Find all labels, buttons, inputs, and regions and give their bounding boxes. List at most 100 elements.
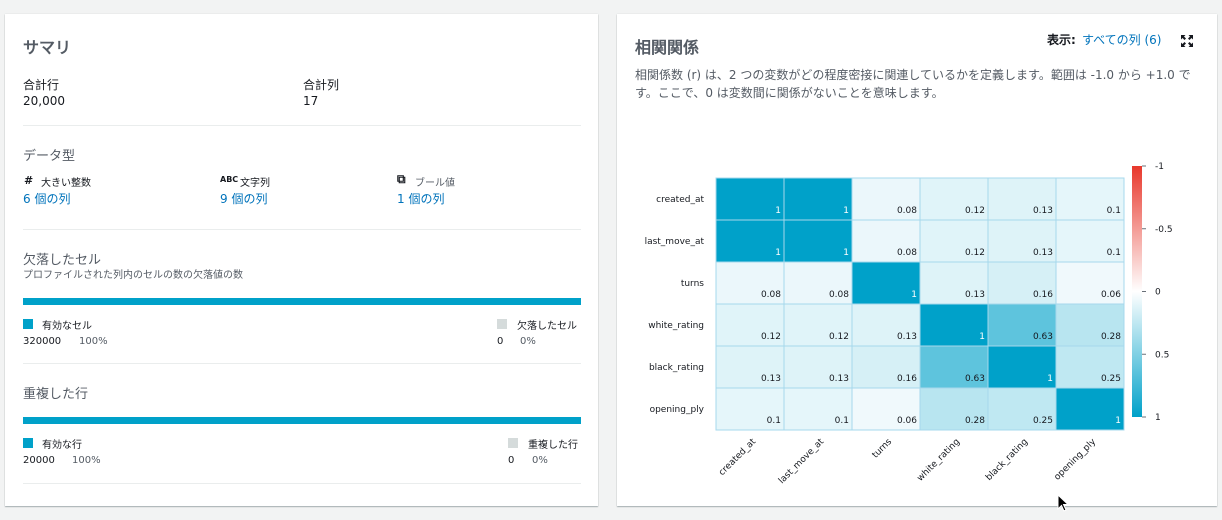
colorbar [1132,166,1142,417]
heatmap-cell-value: 0.06 [1101,290,1121,300]
valid-rows-pct: 100% [72,455,101,466]
heatmap-cell-value: 0.08 [829,290,849,300]
total-rows-value: 20,000 [23,94,65,108]
heatmap-cell-value: 0.08 [897,206,917,216]
display-label: 表示: [1047,33,1076,47]
heatmap-cell-value: 0.13 [829,374,849,384]
heatmap-cell[interactable] [851,261,921,305]
valid-cells-count: 320000 [23,336,62,347]
boolean-icon: ⧉ [397,172,406,186]
dtype-link-string[interactable]: 9 個の列 [220,190,267,207]
row-label: opening_ply [650,405,705,415]
dtype-label-bigint: 大きい整数 [41,178,91,189]
valid-rows-label: 有効な行 [42,440,82,451]
heatmap-cell-value: 0.63 [965,374,985,384]
divider [23,125,581,126]
heatmap-cell-value: 0.12 [761,332,781,342]
heatmap-cell-value: 0.28 [965,416,985,426]
summary-panel: サマリ 合計行 20,000 合計列 17 データ型 # 大きい整数 6 個の列… [5,14,598,506]
abc-icon: ABC [220,175,239,184]
heatmap-cell-value: 1 [775,248,781,258]
heatmap-cell[interactable] [715,219,785,263]
missing-cells-swatch [497,319,507,329]
total-cols-value: 17 [303,94,319,108]
heatmap-cell-value: 0.25 [1101,374,1121,384]
correlation-title: 相関関係 [635,38,700,57]
row-label: white_rating [648,321,704,331]
heatmap-cell-value: 0.1 [835,416,849,426]
heatmap-cell[interactable] [783,219,853,263]
correlation-panel: 相関関係 表示: すべての列 (6) 相関係数 (r) は、2 つの変数がどの程… [617,14,1217,506]
column-label: black_rating [984,437,1030,483]
missing-cells-pct: 0% [520,336,536,347]
valid-rows-swatch [23,438,33,448]
heatmap-cell-value: 0.13 [761,374,781,384]
dup-heading: 重複した行 [23,387,89,402]
heatmap-cell-value: 0.12 [965,206,985,216]
heatmap-cell-value: 0.1 [767,416,781,426]
heatmap-cell-value: 0.1 [1107,248,1121,258]
heatmap-cell-value: 0.13 [1033,248,1053,258]
heatmap-cell-value: 0.16 [897,374,917,384]
heatmap-cell[interactable] [715,177,785,221]
column-label: last_move_at [777,437,826,484]
heatmap-cell-value: 0.28 [1101,332,1121,342]
column-label: opening_ply [1053,437,1099,483]
row-label: created_at [656,195,704,205]
heatmap-cell-value: 1 [843,206,849,216]
heatmap-cell-value: 1 [775,206,781,216]
display-columns-select[interactable]: すべての列 (6) [1082,31,1162,48]
missing-cells-bar [23,298,581,305]
heatmap-cell-value: 0.12 [829,332,849,342]
heatmap-cell-value: 1 [1115,416,1121,426]
colorbar-tick-label: 0 [1155,288,1161,298]
heatmap-cell-value: 0.08 [897,248,917,258]
heatmap-cell-value: 0.1 [1107,206,1121,216]
duplicate-rows-label: 重複した行 [528,440,578,451]
divider [23,229,581,230]
duplicate-rows-count: 0 [508,455,515,466]
heatmap-cell-value: 1 [1047,374,1053,384]
valid-cells-label: 有効なセル [42,321,92,332]
dtype-link-bigint[interactable]: 6 個の列 [23,190,70,207]
colorbar-tick-label: -1 [1155,162,1164,172]
dtype-link-boolean[interactable]: 1 個の列 [397,190,444,207]
total-rows-label: 合計行 [23,78,60,92]
dtype-heading: データ型 [23,149,76,164]
heatmap-cell-value: 0.06 [897,416,917,426]
row-label: turns [681,279,704,289]
heatmap-cell[interactable] [783,177,853,221]
dtype-label-boolean: ブール値 [415,178,455,189]
mouse-cursor-icon [1057,494,1069,512]
heatmap-cell-value: 1 [911,290,917,300]
heatmap-cell-value: 0.63 [1033,332,1053,342]
dtype-label-string: 文字列 [240,178,270,189]
heatmap-cell[interactable] [1055,387,1125,431]
heatmap-cell[interactable] [987,345,1057,389]
total-cols-label: 合計列 [303,78,340,92]
heatmap-cell-value: 0.13 [1033,206,1053,216]
missing-cells-count: 0 [497,336,504,347]
heatmap-cell-value: 1 [979,332,985,342]
summary-title: サマリ [23,38,72,57]
hash-icon: # [24,174,34,187]
expand-icon[interactable] [1181,32,1193,47]
correlation-description: 相関係数 (r) は、2 つの変数がどの程度密接に関連しているかを定義します。範… [635,68,1191,100]
valid-cells-pct: 100% [79,336,108,347]
heatmap-cell-value: 0.13 [965,290,985,300]
column-label: turns [871,437,895,461]
heatmap-cell-value: 0.13 [897,332,917,342]
heatmap-cell[interactable] [919,303,989,347]
duplicate-rows-pct: 0% [532,455,548,466]
colorbar-tick-label: 1 [1155,413,1161,423]
column-label: created_at [717,437,758,478]
colorbar-tick-label: -0.5 [1155,225,1173,235]
duplicate-rows-swatch [508,438,518,448]
colorbar-tick-label: 0.5 [1155,350,1169,360]
row-label: black_rating [649,363,704,373]
divider [23,483,581,484]
heatmap-cell-value: 0.08 [761,290,781,300]
missing-subtitle: プロファイルされた列内のセルの数の欠落値の数 [23,270,243,281]
divider [23,363,581,364]
valid-rows-count: 20000 [23,455,55,466]
